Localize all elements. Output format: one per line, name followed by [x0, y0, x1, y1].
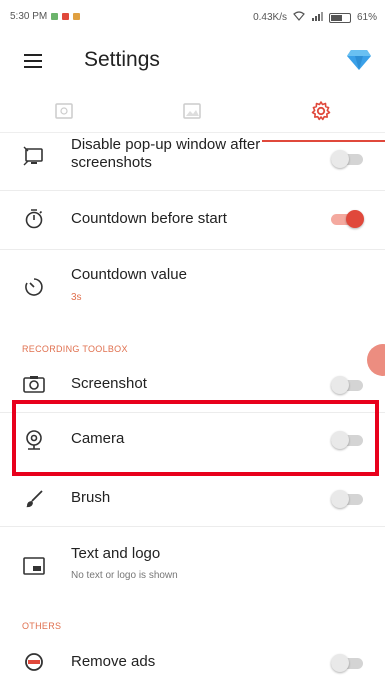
setting-title: Countdown before start: [71, 210, 227, 227]
gear-icon: [311, 101, 331, 121]
highlight-box: [12, 400, 379, 476]
status-bar: 5:30 PM 0.43K/s 61%: [0, 0, 385, 34]
setting-text-and-logo[interactable]: Text and logo No text or logo is shown: [0, 528, 385, 598]
app-bar: Settings: [0, 34, 385, 90]
section-header-others: OTHERS: [22, 621, 62, 631]
recorder-icon: [62, 13, 70, 20]
setting-countdown-before-start[interactable]: Countdown before start: [0, 191, 385, 247]
brush-icon: [22, 487, 46, 511]
tab-image[interactable]: [128, 90, 256, 132]
disable-popup-toggle[interactable]: [331, 150, 363, 168]
setting-title: Disable pop-up window after: [71, 136, 261, 153]
timer-icon: [22, 275, 46, 299]
notification-icon: [51, 13, 59, 20]
setting-countdown-value[interactable]: Countdown value 3s: [0, 250, 385, 322]
screenshot-toggle[interactable]: [331, 376, 363, 394]
divider: [0, 526, 385, 527]
wifi-icon: [293, 11, 305, 24]
setting-title: Screenshot: [71, 375, 147, 392]
signal-icon: [311, 11, 323, 24]
setting-title: Remove ads: [71, 653, 156, 670]
countdown-value-text: 3s: [71, 292, 82, 303]
battery-icon: [328, 12, 351, 23]
battery-level: 61%: [356, 12, 377, 23]
text-logo-icon: [22, 554, 46, 578]
remove-ads-toggle[interactable]: [331, 654, 363, 672]
setting-title-line2: screenshots: [71, 154, 152, 171]
setting-title: Text and logo: [71, 545, 161, 562]
setting-title: Countdown value: [71, 266, 187, 283]
diamond-icon[interactable]: [347, 48, 371, 75]
network-speed: 0.43K/s: [253, 12, 287, 23]
remove-ads-icon: [22, 650, 46, 674]
screenshot-popup-icon: [22, 144, 46, 168]
setting-title: Brush: [71, 489, 111, 506]
video-settings-icon: [55, 103, 73, 119]
hamburger-menu-icon[interactable]: [24, 54, 42, 68]
setting-disable-popup[interactable]: Disable pop-up window after screenshots: [0, 132, 385, 188]
stopwatch-icon: [22, 207, 46, 231]
section-header-recording-toolbox: RECORDING TOOLBOX: [22, 344, 128, 354]
setting-brush[interactable]: Brush: [0, 476, 385, 522]
image-settings-icon: [183, 103, 201, 119]
tab-settings[interactable]: [257, 90, 385, 132]
status-time: 5:30 PM: [10, 11, 48, 22]
tab-bar: [0, 90, 385, 133]
setting-remove-ads[interactable]: Remove ads: [0, 640, 385, 680]
setting-subtitle: No text or logo is shown: [71, 570, 178, 581]
tab-video[interactable]: [0, 90, 128, 132]
countdown-toggle[interactable]: [331, 210, 364, 228]
page-title: Settings: [84, 48, 160, 71]
app-notification-icon: [73, 13, 81, 20]
camera-icon: [22, 372, 46, 396]
brush-toggle[interactable]: [331, 490, 363, 508]
